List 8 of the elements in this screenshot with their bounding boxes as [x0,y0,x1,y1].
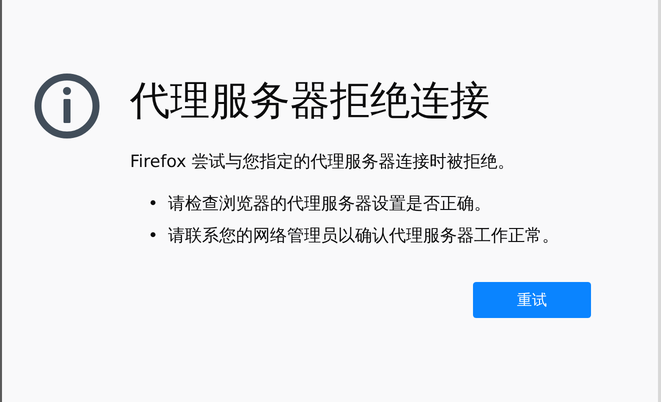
bullet: • [148,225,158,248]
retry-button[interactable]: 重试 [473,282,591,318]
suggestion-item: 请检查浏览器的代理服务器设置是否正确。 [168,193,492,216]
error-description: Firefox 尝试与您指定的代理服务器连接时被拒绝。 [130,151,516,174]
info-icon [34,73,100,139]
suggestion-item: 请联系您的网络管理员以确认代理服务器工作正常。 [168,225,560,248]
bullet: • [148,193,158,216]
page-title: 代理服务器拒绝连接 [130,77,491,126]
